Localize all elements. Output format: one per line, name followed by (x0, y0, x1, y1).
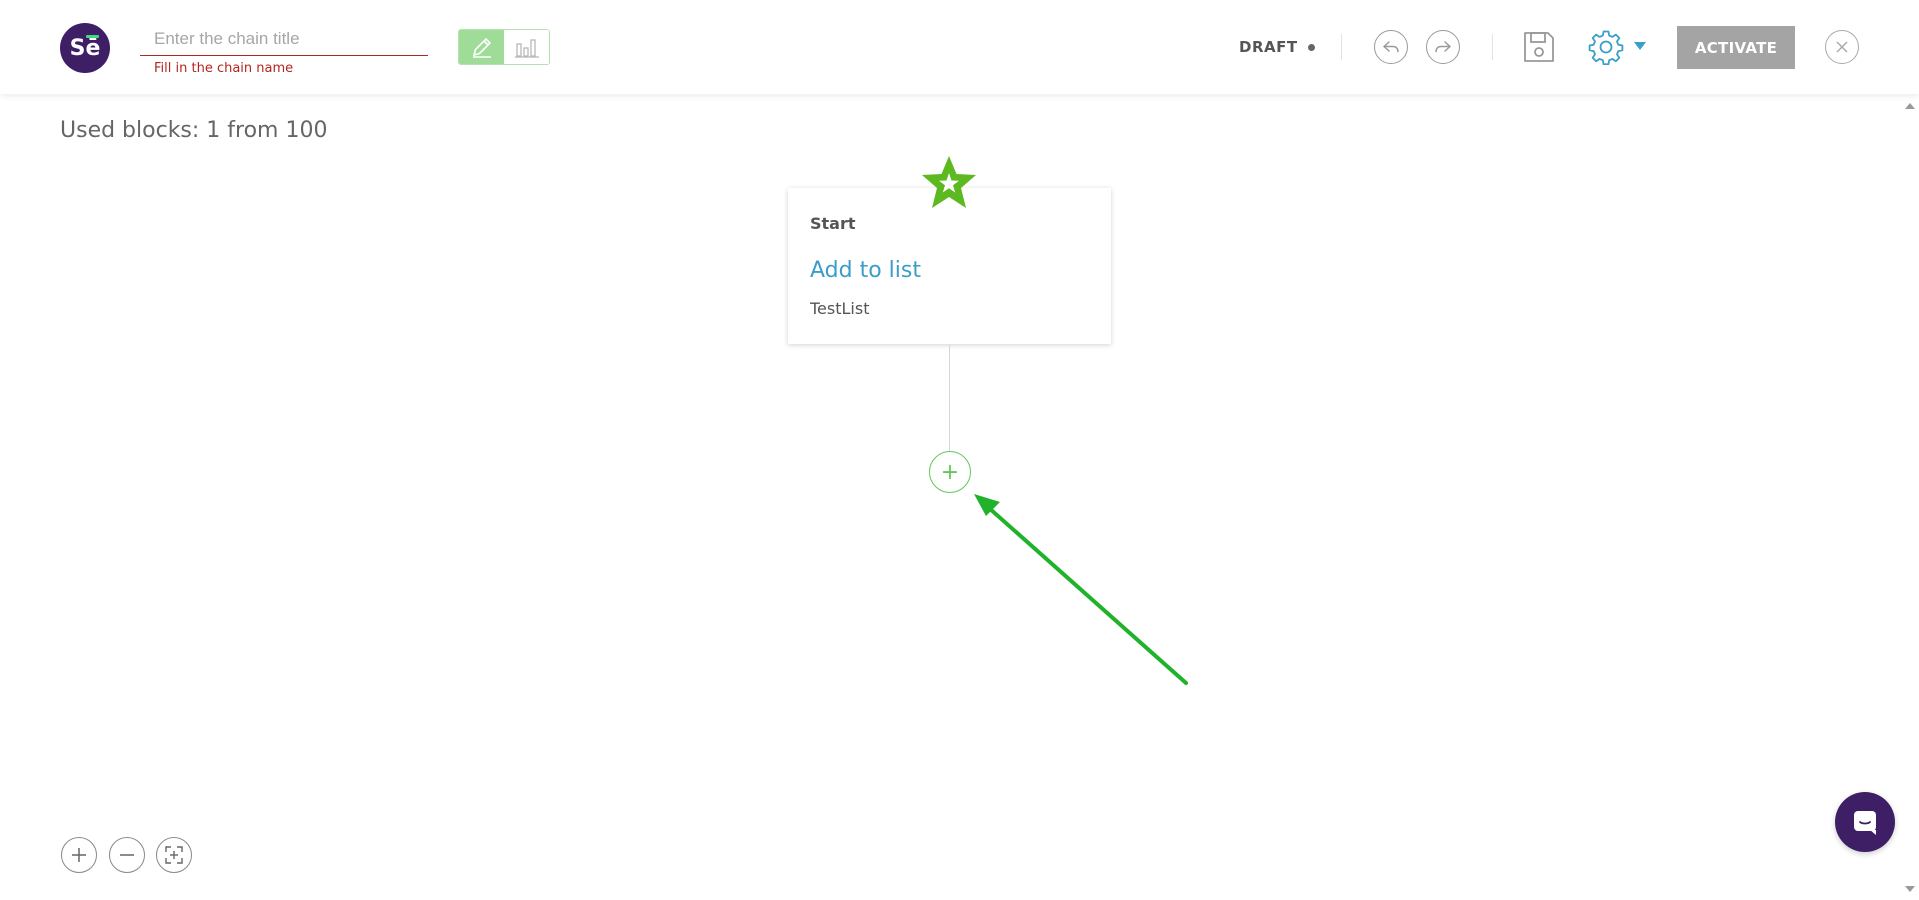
chain-title-field: Fill in the chain name (140, 22, 428, 76)
chain-title-error: Fill in the chain name (154, 61, 294, 76)
chat-launcher-button[interactable] (1835, 792, 1895, 852)
divider (1492, 34, 1493, 60)
settings-button[interactable] (1587, 28, 1625, 66)
fit-to-screen-icon (165, 846, 183, 864)
vertical-scrollbar[interactable] (1901, 94, 1919, 900)
chain-status: DRAFT (1239, 38, 1315, 56)
bar-chart-icon (514, 39, 539, 58)
app-logo[interactable]: Sē (60, 23, 110, 73)
save-button[interactable] (1521, 29, 1557, 65)
edit-mode-button[interactable] (459, 30, 504, 64)
logo-letter-e: ē (85, 34, 101, 61)
redo-button[interactable] (1426, 30, 1460, 64)
zoom-out-icon (120, 854, 134, 856)
used-blocks-label: Used blocks: 1 from 100 (60, 118, 328, 143)
close-button[interactable] (1825, 30, 1859, 64)
chain-title-input[interactable] (140, 22, 428, 56)
floppy-disk-icon (1524, 32, 1554, 62)
redo-icon (1435, 41, 1451, 53)
used-blocks-counter: Used blocks: 1 from 100 (60, 118, 327, 143)
undo-icon (1383, 41, 1399, 53)
fit-to-screen-button[interactable] (156, 837, 192, 873)
scroll-down-icon[interactable] (1905, 886, 1915, 892)
undo-button[interactable] (1374, 30, 1408, 64)
plus-icon: + (940, 459, 960, 485)
zoom-in-button[interactable] (61, 837, 97, 873)
scroll-up-icon[interactable] (1905, 103, 1915, 109)
zoom-out-button[interactable] (109, 837, 145, 873)
pencil-icon (472, 37, 491, 58)
view-mode-toggle (458, 29, 550, 65)
settings-dropdown-caret-icon[interactable] (1634, 42, 1646, 50)
flow-connector-line (949, 345, 950, 451)
gear-icon (1588, 30, 1624, 65)
activate-button[interactable]: ACTIVATE (1677, 26, 1795, 69)
block-action-label: Add to list (810, 258, 921, 283)
logo-letter-s: S (69, 35, 86, 61)
annotation-arrow-icon (974, 494, 1188, 685)
block-parameter-label: TestList (810, 299, 870, 318)
top-bar: Sē Fill in the chain name DRAFT (0, 0, 1919, 94)
divider (1341, 34, 1342, 60)
stats-mode-button[interactable] (504, 30, 549, 64)
chat-icon (1854, 811, 1876, 835)
close-icon (1836, 41, 1848, 53)
zoom-in-icon (72, 848, 86, 862)
status-dot (1307, 43, 1315, 51)
star-icon (922, 156, 976, 208)
status-label: DRAFT (1239, 38, 1298, 56)
block-kind-label: Start (810, 214, 856, 233)
